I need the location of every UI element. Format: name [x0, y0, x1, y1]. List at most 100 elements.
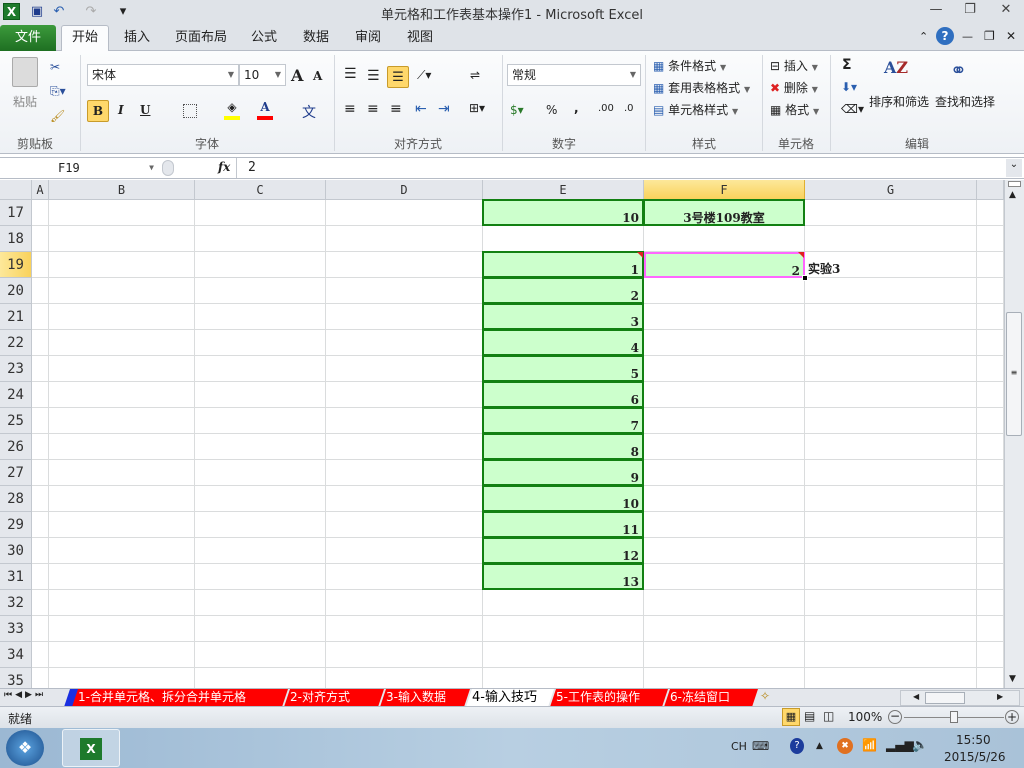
cell-A26[interactable] — [32, 434, 49, 460]
cell-D33[interactable] — [326, 616, 483, 642]
sort-filter-button[interactable]: 排序和筛选 — [869, 93, 929, 110]
cell-D17[interactable] — [326, 200, 483, 226]
row-header-19[interactable]: 19 — [0, 252, 32, 278]
align-middle-icon[interactable]: ☰ — [367, 68, 380, 84]
cell-H33[interactable] — [977, 616, 1004, 642]
name-box[interactable]: F19 ▼ — [0, 158, 158, 178]
cell-B23[interactable] — [49, 356, 195, 382]
column-header-G[interactable]: G — [805, 180, 977, 200]
cell-D34[interactable] — [326, 642, 483, 668]
sheet-tab-6[interactable]: 6-冻结窗口 — [664, 689, 758, 707]
cell-H29[interactable] — [977, 512, 1004, 538]
cell-B34[interactable] — [49, 642, 195, 668]
scroll-up-arrow-icon[interactable]: ▲ — [1009, 190, 1016, 200]
page-layout-view-button[interactable]: ▤ — [804, 709, 815, 723]
cell-E29[interactable]: 11 — [482, 511, 644, 538]
cell-F21[interactable] — [644, 304, 805, 330]
formula-input[interactable]: 2 — [248, 160, 256, 175]
cell-H34[interactable] — [977, 642, 1004, 668]
row-header-23[interactable]: 23 — [0, 356, 32, 382]
cell-G26[interactable] — [805, 434, 977, 460]
minimize-button[interactable]: — — [922, 2, 950, 20]
column-header-B[interactable]: B — [49, 180, 195, 200]
cell-B27[interactable] — [49, 460, 195, 486]
column-header-D[interactable]: D — [326, 180, 483, 200]
align-bottom-icon[interactable]: ☰ — [387, 66, 409, 88]
decrease-decimal-button[interactable]: .0 — [624, 103, 634, 114]
cell-B31[interactable] — [49, 564, 195, 590]
paste-button[interactable]: 粘贴 — [8, 57, 42, 127]
cell-D29[interactable] — [326, 512, 483, 538]
cell-B17[interactable] — [49, 200, 195, 226]
accounting-format-icon[interactable]: $▾ — [510, 103, 524, 117]
cell-D27[interactable] — [326, 460, 483, 486]
italic-button[interactable]: I — [118, 103, 124, 117]
fill-icon[interactable]: ⬇▾ — [841, 80, 857, 94]
cell-F33[interactable] — [644, 616, 805, 642]
select-all-button[interactable] — [0, 180, 32, 200]
cell-H28[interactable] — [977, 486, 1004, 512]
cell-H17[interactable] — [977, 200, 1004, 226]
sheet-tab-4-active[interactable]: 4-输入技巧 — [466, 689, 554, 707]
fill-handle[interactable] — [802, 275, 808, 281]
column-header-C[interactable]: C — [195, 180, 326, 200]
cell-C29[interactable] — [195, 512, 326, 538]
cell-D28[interactable] — [326, 486, 483, 512]
cell-H32[interactable] — [977, 590, 1004, 616]
font-color-button[interactable]: A — [257, 100, 273, 120]
cell-H19[interactable] — [977, 252, 1004, 278]
insert-function-button[interactable]: fx — [218, 160, 230, 174]
cell-C33[interactable] — [195, 616, 326, 642]
cell-E32[interactable] — [483, 590, 644, 616]
row-header-33[interactable]: 33 — [0, 616, 32, 642]
cell-F30[interactable] — [644, 538, 805, 564]
ime-help-icon[interactable]: ? — [790, 738, 804, 754]
cell-G29[interactable] — [805, 512, 977, 538]
row-header-26[interactable]: 26 — [0, 434, 32, 460]
cell-B26[interactable] — [49, 434, 195, 460]
cell-A32[interactable] — [32, 590, 49, 616]
cell-B21[interactable] — [49, 304, 195, 330]
cell-E35[interactable] — [483, 668, 644, 688]
cell-A31[interactable] — [32, 564, 49, 590]
cell-H31[interactable] — [977, 564, 1004, 590]
cell-H24[interactable] — [977, 382, 1004, 408]
cell-F32[interactable] — [644, 590, 805, 616]
cell-E31[interactable]: 13 — [482, 563, 644, 590]
cell-B19[interactable] — [49, 252, 195, 278]
cell-C20[interactable] — [195, 278, 326, 304]
cell-G32[interactable] — [805, 590, 977, 616]
cell-C24[interactable] — [195, 382, 326, 408]
cell-G18[interactable] — [805, 226, 977, 252]
vertical-scrollbar[interactable]: ▲ ≡ ▼ — [1004, 180, 1024, 688]
cell-A17[interactable] — [32, 200, 49, 226]
cell-D31[interactable] — [326, 564, 483, 590]
merge-center-icon[interactable]: ⊞▾ — [469, 101, 485, 115]
cell-H26[interactable] — [977, 434, 1004, 460]
delete-cells-button[interactable]: ✖ 删除 ▼ — [770, 79, 818, 96]
cell-C32[interactable] — [195, 590, 326, 616]
autosum-button[interactable]: Σ — [842, 57, 852, 73]
cell-F26[interactable] — [644, 434, 805, 460]
fill-color-icon[interactable]: ◈ — [224, 100, 240, 120]
cell-B29[interactable] — [49, 512, 195, 538]
cell-B22[interactable] — [49, 330, 195, 356]
cell-F19[interactable]: 2 — [644, 252, 805, 278]
cell-D30[interactable] — [326, 538, 483, 564]
cell-styles-button[interactable]: ▤ 单元格样式 ▼ — [653, 101, 738, 118]
find-select-icon[interactable]: ⚭ — [950, 58, 967, 82]
bold-button[interactable]: B — [87, 100, 109, 122]
sheet-tab-3[interactable]: 3-输入数据 — [380, 689, 470, 707]
cell-G31[interactable] — [805, 564, 977, 590]
row-header-34[interactable]: 34 — [0, 642, 32, 668]
cell-C28[interactable] — [195, 486, 326, 512]
column-header-A[interactable]: A — [32, 180, 49, 200]
cell-G19[interactable]: 实验3 — [805, 252, 977, 278]
taskbar-excel-button[interactable]: X — [62, 729, 120, 767]
align-left-icon[interactable]: ≡ — [344, 101, 356, 117]
cell-G35[interactable] — [805, 668, 977, 688]
cell-E27[interactable]: 9 — [482, 459, 644, 486]
start-button[interactable]: ❖ — [6, 730, 44, 766]
cell-H22[interactable] — [977, 330, 1004, 356]
cell-B20[interactable] — [49, 278, 195, 304]
